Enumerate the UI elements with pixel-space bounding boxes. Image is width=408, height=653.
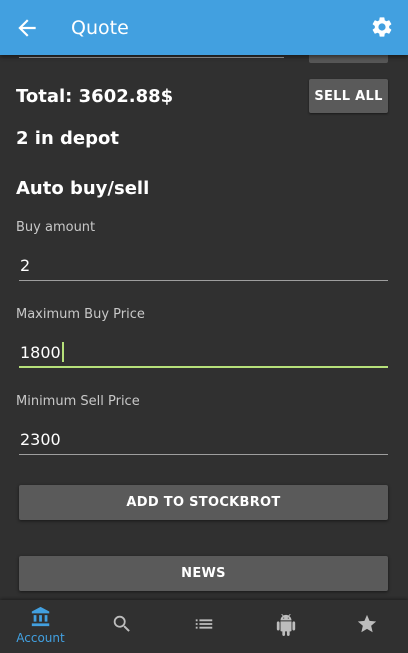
quote-content[interactable]: Total: 3602.88$ SELL ALL 2 in depot Auto…: [0, 55, 408, 600]
news-button[interactable]: NEWS: [19, 556, 388, 591]
arrow-back-icon[interactable]: [14, 15, 40, 41]
app-bar: Quote: [0, 0, 408, 55]
nav-android[interactable]: [245, 600, 326, 653]
buy-amount-underline: [19, 280, 388, 281]
add-to-stockbrot-button[interactable]: ADD TO STOCKBROT: [19, 485, 388, 520]
buy-amount-input[interactable]: 2: [20, 255, 30, 277]
star-icon: [357, 614, 376, 633]
gear-icon[interactable]: [370, 15, 394, 39]
bank-icon: [31, 606, 49, 627]
sell-all-button[interactable]: SELL ALL: [309, 79, 388, 113]
max-buy-price-value: 1800: [20, 343, 61, 362]
nav-favorites[interactable]: [326, 600, 407, 653]
page-title: Quote: [71, 17, 129, 39]
depot-count: 2 in depot: [16, 128, 119, 149]
nav-list[interactable]: [163, 600, 244, 653]
previous-field-underline: [19, 57, 284, 58]
nav-account-label: Account: [16, 631, 65, 645]
min-sell-price-label: Minimum Sell Price: [16, 394, 140, 409]
auto-buy-sell-heading: Auto buy/sell: [16, 178, 150, 199]
text-cursor: [61, 342, 64, 362]
nav-search[interactable]: [81, 600, 162, 653]
buy-amount-label: Buy amount: [16, 220, 96, 235]
max-buy-price-label: Maximum Buy Price: [16, 307, 145, 322]
android-icon: [276, 614, 295, 636]
search-icon: [113, 615, 130, 632]
nav-account[interactable]: Account: [0, 600, 81, 653]
total-value: Total: 3602.88$: [16, 86, 174, 107]
max-buy-price-input[interactable]: 1800: [20, 342, 64, 364]
min-sell-price-input[interactable]: 2300: [20, 429, 61, 451]
previous-button[interactable]: [309, 55, 388, 63]
list-icon: [195, 619, 212, 629]
bottom-navigation: Account: [0, 600, 408, 653]
max-buy-price-underline: [19, 366, 388, 368]
min-sell-price-underline: [19, 454, 388, 455]
